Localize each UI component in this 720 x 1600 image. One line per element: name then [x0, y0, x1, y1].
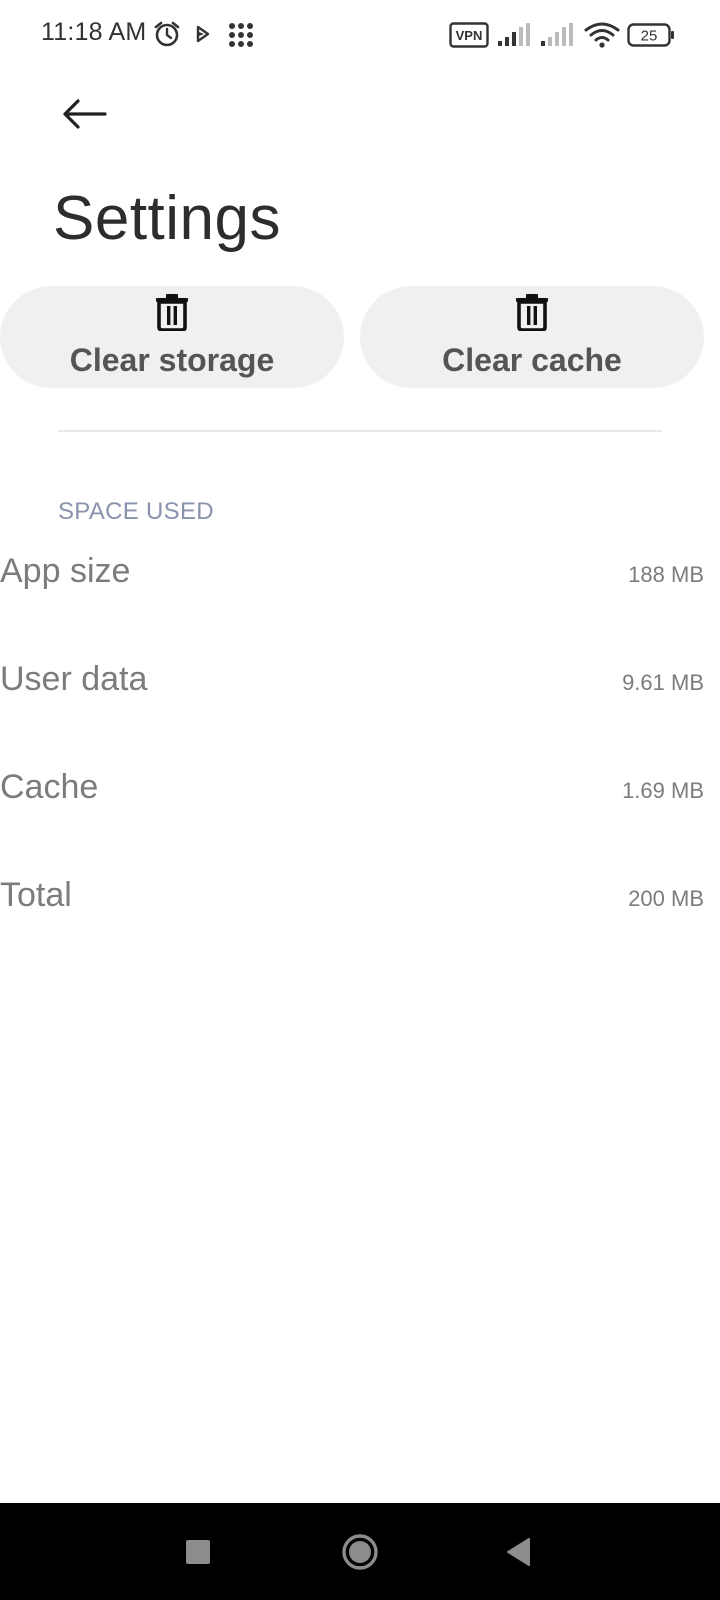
clear-storage-label: Clear storage [69, 342, 275, 378]
nav-back-button[interactable] [473, 1503, 563, 1600]
clear-cache-label: Clear cache [442, 342, 622, 378]
row-value: 1.69 MB [622, 778, 704, 803]
storage-row-user-data: User data 9.61 MB [0, 660, 706, 740]
vpn-icon: VPN [449, 22, 489, 48]
svg-text:25: 25 [641, 28, 658, 45]
divider [58, 430, 662, 432]
signal-icon [541, 23, 573, 46]
status-bar: 11:18 AM VPN 25 [0, 0, 720, 70]
battery-icon: 25 [627, 23, 674, 47]
clear-cache-button[interactable]: Clear cache [360, 286, 704, 388]
alarm-icon [154, 21, 180, 47]
row-value: 9.61 MB [622, 670, 704, 695]
space-used-header: SPACE USED [58, 498, 214, 525]
back-arrow-icon [63, 99, 107, 129]
row-label: Total [0, 876, 72, 914]
storage-row-app-size: App size 188 MB [0, 552, 706, 632]
signal-icon [498, 23, 530, 46]
wifi-icon [584, 22, 620, 48]
back-triangle-icon [507, 1537, 530, 1566]
back-button[interactable] [54, 84, 114, 144]
trash-icon [516, 294, 548, 331]
app-info-storage-screen: 11:18 AM VPN 25 Settings Clear storage C… [0, 0, 720, 1600]
home-button[interactable] [315, 1503, 405, 1600]
row-value: 188 MB [628, 562, 704, 587]
clear-storage-button[interactable]: Clear storage [0, 286, 344, 388]
recents-button[interactable] [153, 1503, 243, 1600]
row-label: User data [0, 660, 148, 698]
apps-grid-icon [229, 23, 253, 47]
row-value: 200 MB [628, 886, 704, 911]
storage-row-cache: Cache 1.69 MB [0, 768, 706, 848]
navigation-bar [0, 1503, 720, 1600]
recents-square-icon [186, 1539, 210, 1564]
trash-icon [156, 294, 188, 331]
row-label: Cache [0, 768, 99, 806]
storage-row-total: Total 200 MB [0, 876, 706, 956]
home-circle-icon [342, 1533, 378, 1570]
status-time: 11:18 AM [41, 18, 147, 46]
svg-text:VPN: VPN [456, 28, 483, 43]
play-icon [196, 25, 210, 43]
page-title: Settings [53, 184, 282, 253]
row-label: App size [0, 552, 131, 590]
